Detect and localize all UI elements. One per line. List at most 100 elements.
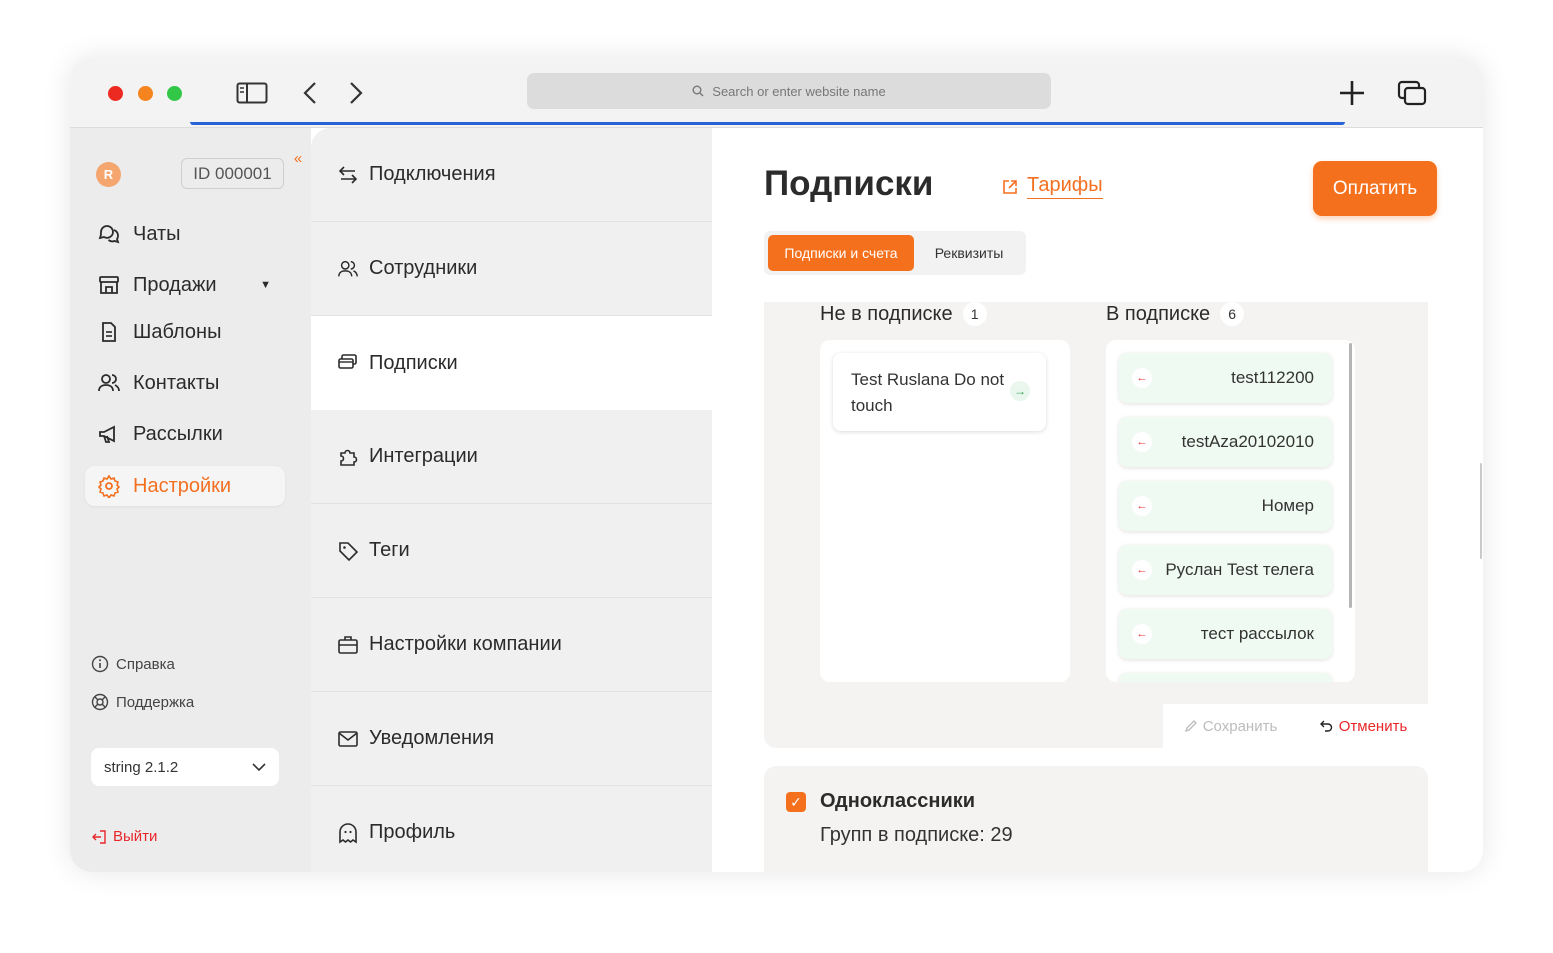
app-logo: R (96, 162, 121, 187)
sidebar-item-label: Чаты (133, 222, 181, 245)
list-item-label: Номер (1261, 496, 1314, 515)
browser-window: Search or enter website name R ID 000001… (70, 58, 1483, 872)
logout-button[interactable]: Выйти (91, 828, 157, 845)
list-item-label: Руслан Test телега (1165, 560, 1314, 579)
megaphone-icon (99, 425, 115, 443)
save-label: Сохранить (1202, 717, 1278, 735)
sidebar-item-settings[interactable]: Настройки (85, 466, 285, 506)
sidebar-item-chats[interactable]: Чаты (85, 214, 285, 254)
list-item[interactable]: ← testAza20102010 (1119, 417, 1332, 467)
sidebar-item-label: Рассылки (133, 422, 223, 445)
main-content: Подписки Тарифы Оплатить Подписки и счет… (712, 128, 1483, 872)
sidebar-item-mailings[interactable]: Рассылки (85, 414, 285, 454)
minimize-window-button[interactable] (138, 86, 153, 101)
sidebar-item-sales[interactable]: Продажи ▼ (85, 265, 285, 305)
list-item-label: test112200 (1231, 368, 1314, 387)
subscribed-header: В подписке 6 (1106, 302, 1245, 326)
menu-item-company-settings[interactable]: Настройки компании (311, 598, 712, 692)
subscribed-title: В подписке (1106, 302, 1211, 325)
menu-item-tags[interactable]: Теги (311, 504, 712, 598)
tabs-overview-icon[interactable] (1396, 78, 1428, 108)
external-link-icon (1003, 179, 1017, 194)
sidebar-item-label: Настройки (133, 474, 232, 497)
sidebar-item-label: Шаблоны (133, 320, 222, 343)
cancel-label: Отменить (1338, 717, 1408, 735)
sidebar-item-contacts[interactable]: Контакты (85, 363, 285, 403)
arrow-left-icon[interactable]: ← (1132, 624, 1152, 644)
new-tab-icon[interactable] (1337, 78, 1367, 108)
menu-item-label: Теги (369, 539, 410, 561)
lifebuoy-icon (91, 693, 109, 711)
list-item[interactable]: ← Руслан Test телега (1119, 545, 1332, 595)
tab-subscriptions-invoices[interactable]: Подписки и счета (768, 235, 914, 271)
arrow-left-icon[interactable]: ← (1132, 368, 1152, 388)
tag-icon (339, 541, 359, 561)
list-scrollbar[interactable] (1349, 343, 1352, 608)
help-label: Справка (116, 655, 175, 673)
sidebar-toggle-icon[interactable] (234, 78, 270, 108)
support-link[interactable]: Поддержка (91, 693, 194, 711)
sidebar-item-label: Контакты (133, 371, 220, 394)
logout-label: Выйти (113, 828, 158, 845)
list-item[interactable]: Test Ruslana Do not touch → (833, 353, 1046, 431)
back-icon[interactable] (298, 78, 322, 108)
help-link[interactable]: Справка (91, 655, 175, 673)
menu-item-employees[interactable]: Сотрудники (311, 222, 712, 316)
menu-item-notifications[interactable]: Уведомления (311, 692, 712, 786)
address-bar[interactable]: Search or enter website name (527, 73, 1051, 109)
sidebar-item-label: Продажи (133, 273, 217, 296)
menu-item-label: Настройки компании (369, 633, 562, 655)
chats-icon (98, 225, 120, 244)
list-item[interactable]: ← тест рассылок (1119, 609, 1332, 659)
sidebar: R ID 000001 « Чаты Продажи ▼ Шаблоны Кон… (70, 128, 311, 872)
menu-item-connections[interactable]: Подключения (311, 128, 712, 222)
save-button[interactable]: Сохранить (1184, 717, 1278, 735)
subscribed-list: ← test112200 ← testAza20102010 ← Номер ←… (1106, 340, 1355, 682)
close-window-button[interactable] (108, 86, 123, 101)
list-item[interactable]: ← Номер (1119, 481, 1332, 531)
address-focus-line (190, 122, 1345, 125)
version-value: string 2.1.2 (104, 758, 179, 776)
menu-item-label: Профиль (369, 821, 456, 843)
chevron-down-icon[interactable]: ▼ (260, 279, 271, 291)
maximize-window-button[interactable] (167, 86, 182, 101)
collapse-sidebar-icon[interactable]: « (286, 146, 310, 170)
pay-button[interactable]: Оплатить (1313, 161, 1437, 216)
ghost-icon (339, 822, 357, 843)
odnoklassniki-title: Одноклассники (820, 790, 976, 812)
tariffs-link[interactable]: Тарифы (1001, 174, 1103, 199)
tabs: Подписки и счета Реквизиты (764, 231, 1026, 275)
forward-icon[interactable] (344, 78, 368, 108)
list-item[interactable]: ← test112200 (1119, 353, 1332, 403)
document-icon (102, 322, 116, 342)
not-subscribed-header: Не в подписке 1 (820, 302, 987, 326)
list-item-partial[interactable] (1119, 673, 1332, 682)
support-label: Поддержка (116, 693, 195, 711)
undo-icon (1319, 720, 1332, 732)
subscribed-count: 6 (1220, 302, 1245, 326)
arrow-left-icon[interactable]: ← (1132, 432, 1152, 452)
puzzle-icon (340, 449, 358, 466)
menu-item-subscriptions[interactable]: Подписки (311, 316, 712, 410)
version-select[interactable]: string 2.1.2 (91, 748, 279, 786)
gear-icon (97, 474, 121, 498)
menu-item-label: Уведомления (369, 727, 495, 749)
browser-toolbar: Search or enter website name (70, 58, 1483, 128)
odnoklassniki-checkbox[interactable]: ✓ (786, 792, 806, 812)
arrow-right-icon[interactable]: → (1010, 381, 1030, 401)
address-placeholder: Search or enter website name (712, 83, 886, 99)
page-title: Подписки (764, 164, 934, 203)
arrow-left-icon[interactable]: ← (1132, 496, 1152, 516)
subscription-panel: Не в подписке 1 В подписке 6 Test Ruslan… (764, 302, 1428, 748)
arrow-left-icon[interactable]: ← (1132, 560, 1152, 580)
account-id: ID 000001 (181, 158, 284, 189)
cards-icon (338, 354, 357, 369)
tab-requisites[interactable]: Реквизиты (916, 235, 1022, 271)
page-scrollbar[interactable] (1480, 463, 1482, 559)
sidebar-item-templates[interactable]: Шаблоны (85, 312, 285, 352)
menu-item-profile[interactable]: Профиль (311, 786, 712, 872)
odnoklassniki-card: ✓ Одноклассники Групп в подписке: 29 (764, 766, 1428, 872)
not-subscribed-title: Не в подписке (820, 302, 953, 325)
cancel-button[interactable]: Отменить (1319, 717, 1408, 735)
menu-item-integrations[interactable]: Интеграции (311, 410, 712, 504)
